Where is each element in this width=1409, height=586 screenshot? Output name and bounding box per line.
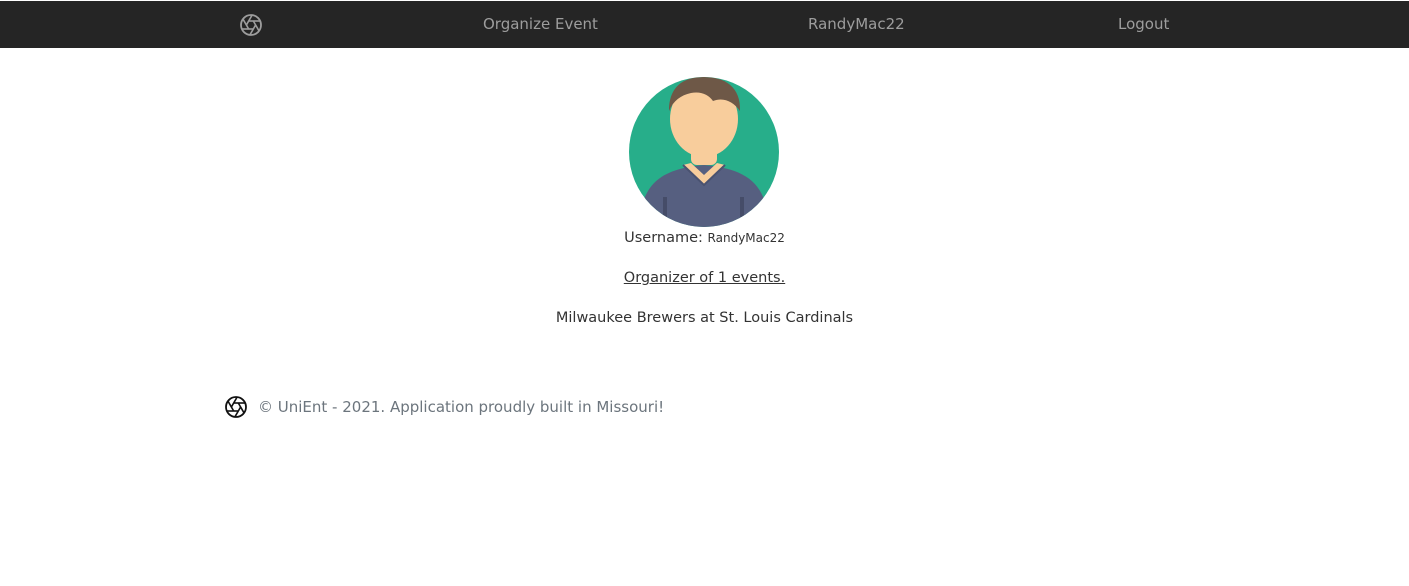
username-value: RandyMac22 (707, 231, 785, 245)
username-line: Username: RandyMac22 (0, 230, 1409, 246)
event-list-item: Milwaukee Brewers at St. Louis Cardinals (555, 310, 854, 326)
username-label: Username: (624, 230, 703, 246)
organizer-events-link[interactable]: Organizer of 1 events. (624, 270, 785, 286)
nav-logout-link[interactable]: Logout (1118, 1, 1169, 48)
organizer-count-line: Organizer of 1 events. (0, 270, 1409, 286)
nav-username-link[interactable]: RandyMac22 (808, 1, 905, 48)
footer-copyright-text: © UniEnt - 2021. Application proudly bui… (258, 398, 665, 416)
top-navbar: Organize Event RandyMac22 Logout (0, 1, 1409, 48)
aperture-icon[interactable] (239, 13, 263, 37)
aperture-icon (225, 396, 247, 418)
nav-organize-event-link[interactable]: Organize Event (483, 1, 598, 48)
page-footer: © UniEnt - 2021. Application proudly bui… (224, 395, 664, 419)
user-avatar-icon (629, 77, 779, 227)
